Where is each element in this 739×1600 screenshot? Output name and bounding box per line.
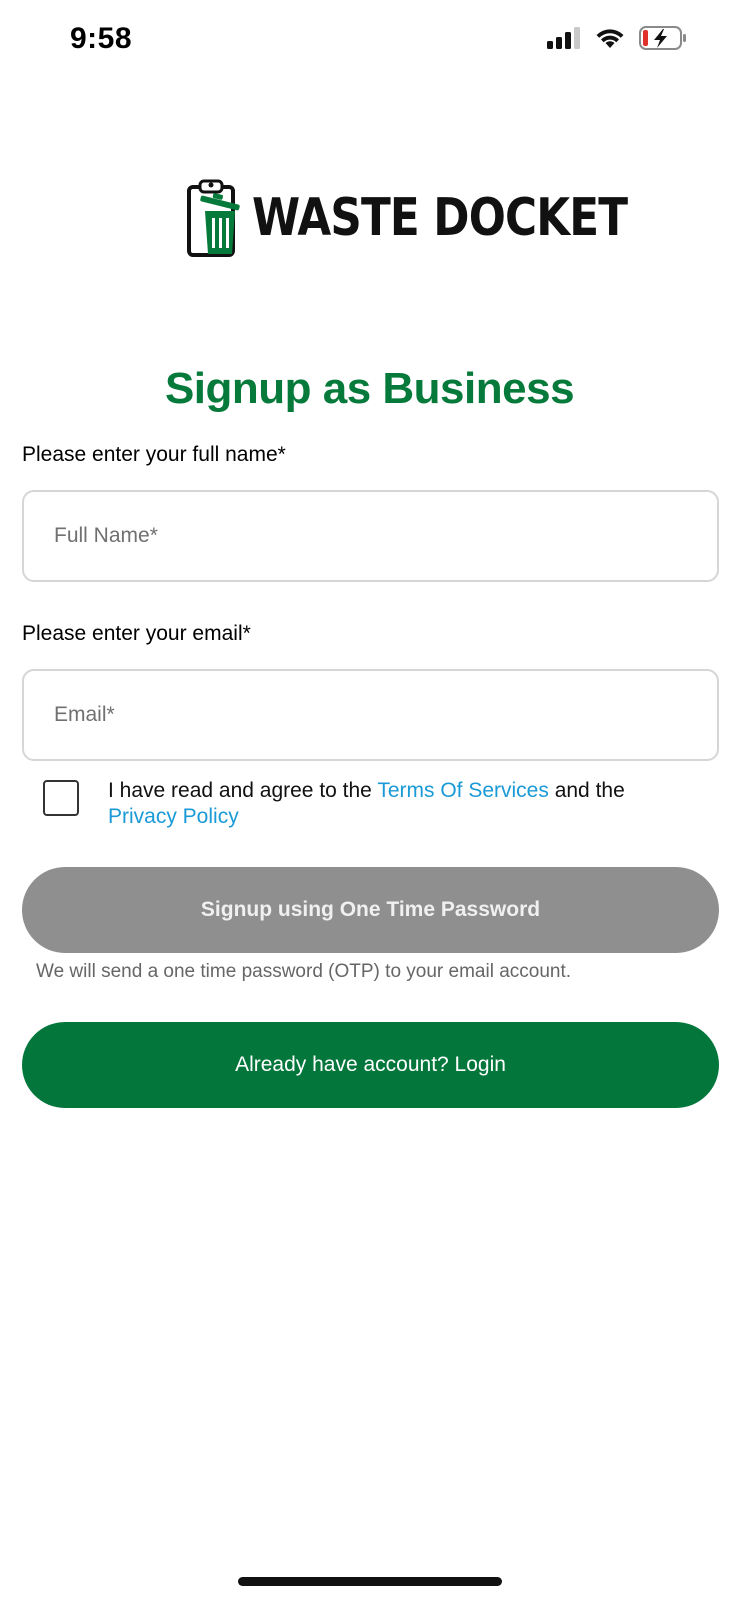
full-name-label: Please enter your full name* [22, 443, 286, 466]
login-button[interactable]: Already have account? Login [22, 1022, 719, 1108]
privacy-policy-link[interactable]: Privacy Policy [108, 805, 239, 828]
cellular-signal-icon [547, 27, 580, 49]
status-bar: 9:58 [0, 0, 739, 80]
battery-charging-icon [639, 26, 686, 50]
terms-agreement-text: I have read and agree to the Terms Of Se… [108, 778, 708, 830]
agreement-middle: and the [548, 779, 625, 802]
waste-docket-logo: WASTE DOCKET [186, 178, 628, 262]
agreement-prefix: I have read and agree to the [108, 779, 378, 802]
otp-hint-text: We will send a one time password (OTP) t… [36, 961, 572, 982]
logo-wordmark: WASTE DOCKET [252, 188, 628, 248]
page-title: Signup as Business [164, 364, 575, 413]
signup-otp-button[interactable]: Signup using One Time Password [22, 867, 719, 953]
terms-of-service-link[interactable]: Terms Of Services [377, 779, 549, 802]
email-label: Please enter your email* [22, 622, 251, 645]
home-indicator[interactable] [238, 1577, 502, 1586]
clipboard-trash-icon [187, 179, 240, 257]
status-icons [547, 26, 687, 50]
wifi-icon [596, 29, 624, 48]
terms-checkbox[interactable] [43, 780, 79, 816]
signup-screen: 9:58 WASTE DOCKET Signup as Business Ple… [0, 0, 739, 1600]
status-time: 9:58 [70, 22, 133, 55]
email-input[interactable] [22, 669, 719, 761]
full-name-input[interactable] [22, 490, 719, 582]
